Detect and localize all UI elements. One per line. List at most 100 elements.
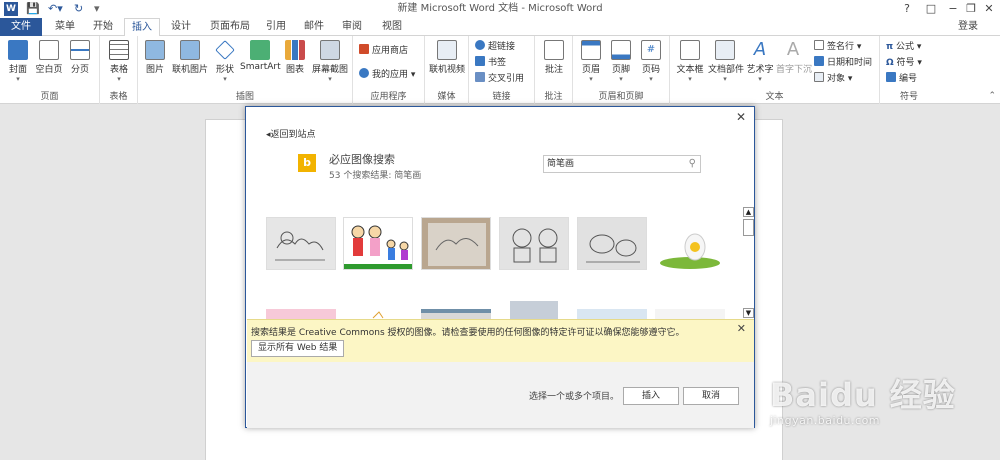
shapes-button[interactable]: 形状 ▾ (212, 40, 238, 88)
animal-sketch-image (578, 218, 646, 269)
online-video-button[interactable]: 联机视频 (428, 40, 466, 88)
header-button[interactable]: 页眉 ▾ (577, 40, 605, 88)
numbering-icon (886, 72, 896, 82)
chart-label: 图表 (285, 65, 304, 75)
tab-menu[interactable]: 菜单 (48, 18, 82, 36)
group-comments: 批注 批注 (535, 36, 573, 104)
image-result[interactable] (343, 217, 413, 270)
smartart-button[interactable]: SmartArt (240, 40, 281, 88)
bird-sketch-image (372, 311, 384, 319)
text-box-button[interactable]: 文本框 ▾ (674, 40, 706, 88)
online-pictures-button[interactable]: 联机图片 (170, 40, 210, 88)
save-icon[interactable]: 💾 (26, 2, 40, 16)
image-result[interactable] (577, 217, 647, 270)
my-apps-button[interactable]: 我的应用 ▾ (359, 68, 415, 82)
page-number-button[interactable]: # 页码 ▾ (637, 40, 665, 88)
cross-reference-button[interactable]: 交叉引用 (475, 72, 524, 86)
online-video-label: 联机视频 (428, 65, 465, 75)
hyperlink-icon (475, 40, 485, 50)
search-input[interactable]: 简笔画 ⚲ (543, 155, 701, 173)
results-scrollbar[interactable]: ▲ ▼ (743, 207, 755, 319)
wordart-icon: A (753, 39, 767, 60)
numbering-button[interactable]: 编号 (886, 72, 917, 86)
tab-view[interactable]: 视图 (376, 18, 408, 36)
cancel-button[interactable]: 取消 (683, 387, 739, 405)
image-result[interactable] (510, 301, 558, 319)
page-break-button[interactable]: 分页 (66, 40, 94, 88)
show-all-web-results-button[interactable]: 显示所有 Web 结果 (251, 340, 345, 357)
table-button[interactable]: 表格 ▾ (105, 40, 133, 88)
blank-page-button[interactable]: 空白页 (34, 40, 64, 88)
dialog-close-button[interactable]: ✕ (734, 110, 748, 124)
date-time-button[interactable]: 日期和时间 (814, 56, 872, 70)
search-icon[interactable]: ⚲ (689, 156, 696, 172)
bookmark-button[interactable]: 书签 (475, 56, 506, 70)
tab-design[interactable]: 设计 (164, 18, 198, 36)
image-result[interactable] (499, 217, 569, 270)
image-result[interactable] (266, 217, 336, 270)
cross-reference-label: 交叉引用 (488, 74, 525, 84)
close-button[interactable]: ✕ (978, 1, 1000, 17)
signature-line-button[interactable]: 签名行 ▾ (814, 40, 861, 54)
image-result[interactable] (577, 309, 647, 319)
image-result[interactable] (266, 309, 336, 319)
image-result[interactable] (421, 217, 491, 270)
tab-mailings[interactable]: 邮件 (298, 18, 330, 36)
cover-page-button[interactable]: 封面 ▾ (4, 40, 32, 88)
group-label: 插图 (235, 92, 254, 102)
store-button[interactable]: 应用商店 (359, 44, 408, 58)
word-logo-icon: W (4, 2, 18, 16)
symbol-button[interactable]: Ω 符号 ▾ (886, 56, 922, 70)
my-apps-label: 我的应用 (372, 70, 409, 80)
object-icon (814, 72, 824, 82)
image-result[interactable] (655, 217, 725, 270)
image-result[interactable] (655, 309, 725, 319)
drop-cap-icon: A (786, 39, 800, 60)
signin-link[interactable]: 登录 (958, 18, 978, 35)
help-button[interactable]: ? (896, 1, 918, 17)
drop-cap-button[interactable]: A 首字下沉 (776, 39, 812, 88)
object-button[interactable]: 对象 ▾ (814, 72, 852, 86)
redo-icon[interactable]: ↻ (74, 2, 83, 16)
group-label: 符号 (899, 92, 918, 102)
chart-button[interactable]: 图表 (282, 40, 308, 88)
customize-qat-icon[interactable]: ▾ (94, 2, 100, 16)
comment-button[interactable]: 批注 (540, 40, 568, 88)
tab-home[interactable]: 开始 (86, 18, 120, 36)
pictures-button[interactable]: 图片 (142, 40, 168, 88)
tab-insert[interactable]: 插入 (124, 18, 160, 37)
scroll-up-icon[interactable]: ▲ (743, 207, 754, 217)
notice-close-button[interactable]: ✕ (737, 322, 746, 335)
header-icon (581, 40, 601, 60)
screenshot-button[interactable]: 屏幕截图 ▾ (310, 40, 350, 88)
scroll-down-icon[interactable]: ▼ (743, 308, 754, 318)
ribbon-display-icon[interactable]: □ (920, 1, 942, 17)
window-title: 新建 Microsoft Word 文档 - Microsoft Word (397, 3, 603, 14)
quick-parts-label: 文档部件 (708, 65, 745, 75)
image-result[interactable] (421, 309, 491, 319)
search-value: 简笔画 (547, 159, 575, 169)
hyperlink-button[interactable]: 超链接 (475, 40, 515, 54)
tab-review[interactable]: 审阅 (336, 18, 368, 36)
footer-button[interactable]: 页脚 ▾ (607, 40, 635, 88)
equation-button[interactable]: π 公式 ▾ (886, 40, 921, 54)
collapse-ribbon-icon[interactable]: ⌃ (988, 91, 996, 101)
image-result[interactable] (343, 309, 413, 319)
license-notice: 搜索结果是 Creative Commons 授权的图像。请检查要使用的任何图像… (247, 319, 754, 362)
pi-icon: π (886, 42, 894, 52)
undo-icon[interactable]: ↶▾ (48, 2, 63, 16)
insert-button[interactable]: 插入 (623, 387, 679, 405)
tab-references[interactable]: 引用 (260, 18, 292, 36)
tab-file[interactable]: 文件 (0, 18, 42, 36)
cross-reference-icon (475, 72, 485, 82)
quick-parts-button[interactable]: 文档部件 ▾ (708, 40, 745, 88)
wordart-button[interactable]: A 艺术字 ▾ (744, 40, 776, 88)
text-box-label: 文本框 (676, 65, 704, 75)
online-picture-icon (180, 40, 200, 60)
scroll-thumb[interactable] (743, 219, 754, 236)
back-to-sites-link[interactable]: ◂返回到站点 (266, 127, 316, 140)
group-label: 媒体 (437, 92, 456, 102)
group-media: 联机视频 媒体 (425, 36, 469, 104)
tab-page-layout[interactable]: 页面布局 (204, 18, 256, 36)
table-icon (109, 40, 129, 60)
